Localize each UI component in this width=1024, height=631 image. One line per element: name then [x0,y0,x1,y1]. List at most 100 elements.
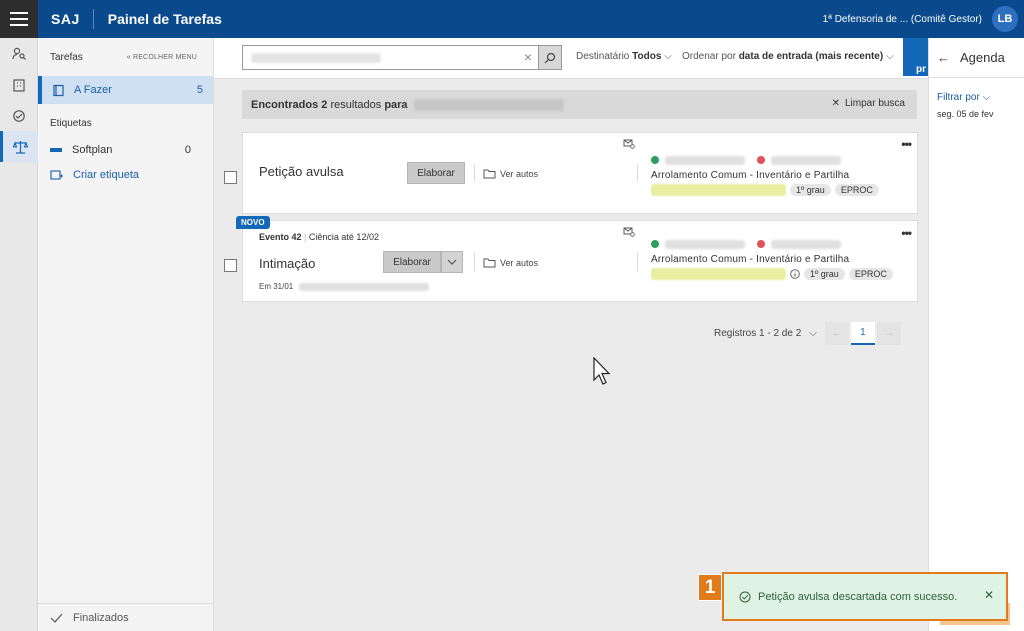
agenda-panel: ← Agenda Filtrar por ⌵ seg. 05 de fev [928,38,1024,631]
select-task-checkbox[interactable] [224,259,237,272]
system-badge: EPROC [834,184,879,196]
clear-search-icon[interactable]: × [524,49,532,65]
process-number-redacted [651,184,786,196]
brand-logo[interactable]: SAJ [38,9,94,29]
prev-page-button[interactable]: ← [824,322,849,345]
chevron-down-icon [447,259,457,265]
degree-badge: 1º grau [804,268,845,280]
top-bar: SAJ Painel de Tarefas 1ª Defensoria de .… [0,0,1024,38]
records-count: Registros 1 - 2 de 2 [714,328,802,339]
more-options-icon[interactable]: ••• [901,226,912,240]
search-icon [544,52,556,63]
results-summary: Encontrados 2 resultados para [251,98,408,111]
order-label: Ordenar por [682,51,736,62]
view-records-link[interactable]: Ver autos [483,258,538,268]
order-filter[interactable]: Ordenar por data de entrada (mais recent… [682,51,894,62]
recipient-filter[interactable]: Destinatário Todos ⌵ [576,51,672,62]
new-badge: NOVO [236,216,270,229]
process-class: Arrolamento Comum - Inventário e Partilh… [651,170,850,181]
pagination: Registros 1 - 2 de 2 ⌵ ← 1 → [714,322,901,345]
unit-selector[interactable]: 1ª Defensoria de ... (Comitê Gestor) [823,14,982,25]
menu-icon[interactable] [0,0,38,38]
search-button[interactable] [539,45,562,70]
close-icon[interactable]: ✕ [984,588,994,602]
recipient-label: Destinatário [576,51,630,62]
create-label-link[interactable]: Criar etiqueta [38,165,213,185]
party-passive-icon [757,240,765,248]
building-icon[interactable] [0,69,38,100]
chevron-down-icon: ⌵ [982,92,991,103]
select-task-checkbox[interactable] [224,171,237,184]
tasks-section-title: Tarefas [50,51,83,63]
folder-icon [483,169,496,179]
task-kind: Petição avulsa [259,164,344,179]
task-kind: Intimação [259,256,316,271]
finished-link[interactable]: Finalizados [38,603,214,631]
toast-message: Petição avulsa descartada com sucesso. [758,590,958,603]
create-label-text: Criar etiqueta [73,169,140,181]
agenda-date: seg. 05 de fev [937,109,994,119]
task-details: Arrolamento Comum - Inventário e Partilh… [651,237,893,280]
tag-count: 0 [184,144,191,156]
side-menu: Tarefas « RECOLHER MENU A Fazer 5 Etique… [38,38,214,631]
system-badge: EPROC [848,268,893,280]
search-value-redacted [251,52,381,63]
add-tag-icon [50,170,63,180]
degree-badge: 1º grau [790,184,831,196]
elaborate-button[interactable]: Elaborar [407,162,465,184]
recipient-value: Todos [632,51,662,62]
check-icon [50,613,63,623]
chevron-down-icon: ⌵ [885,51,894,62]
agenda-title: Agenda [960,50,1005,65]
back-arrow-icon[interactable]: ← [937,50,950,65]
task-card[interactable]: NOVO Evento 42 | Ciência até 12/02 Intim… [236,216,918,302]
scales-icon[interactable] [0,131,38,162]
page-title: Painel de Tarefas [107,11,222,27]
left-rail [0,38,38,631]
labels-section-title: Etiquetas [50,118,92,129]
agenda-filter[interactable]: Filtrar por ⌵ [937,92,1024,103]
party-passive-icon [757,156,765,164]
more-options-icon[interactable]: ••• [901,137,912,151]
search-input[interactable]: × [242,45,539,70]
notification-mail-icon[interactable] [623,227,635,237]
clear-search-button[interactable]: ✕ Limpar busca [832,98,905,109]
main-content: × Destinatário Todos ⌵ Ordenar por data … [214,38,928,631]
sidebar-item-count: 5 [196,84,203,96]
party-active-icon [651,240,659,248]
book-icon [53,84,64,96]
notification-mail-icon[interactable] [623,139,635,149]
results-bar: Encontrados 2 resultados para ✕ Limpar bu… [242,90,917,119]
current-page[interactable]: 1 [850,322,875,345]
view-records-link[interactable]: Ver autos [483,169,538,179]
folder-icon [483,258,496,268]
elaborate-dropdown[interactable] [441,251,463,273]
people-search-icon[interactable] [0,38,38,69]
step-marker: 1 [698,574,722,601]
sidebar-tag-softplan[interactable]: Softplan 0 [38,135,213,165]
entry-date: Em 31/01 [259,282,430,291]
sidebar-item-to-do[interactable]: A Fazer 5 [38,76,213,104]
query-redacted [413,98,564,111]
avatar[interactable]: LB [992,6,1018,32]
next-page-button[interactable]: → [876,322,901,345]
process-class: Arrolamento Comum - Inventário e Partilh… [651,254,850,265]
info-icon[interactable] [790,269,800,279]
task-details: Arrolamento Comum - Inventário e Partilh… [651,153,879,196]
toolbar: × Destinatário Todos ⌵ Ordenar por data … [214,38,928,79]
sidebar-item-label: A Fazer [74,84,112,96]
task-card[interactable]: Petição avulsa Elaborar Ver autos ••• Ar… [242,132,918,214]
finished-label: Finalizados [73,611,129,624]
collapse-menu-button[interactable]: « RECOLHER MENU [127,54,197,61]
party-active-icon [651,156,659,164]
page-size-dropdown[interactable]: ⌵ [809,328,817,339]
order-value: data de entrada (mais recente) [738,51,884,62]
tag-label: Softplan [72,144,113,156]
handshake-icon[interactable] [0,100,38,131]
elaborate-button[interactable]: Elaborar [383,251,441,273]
close-icon: ✕ [831,98,840,109]
event-info: Evento 42 | Ciência até 12/02 [259,232,379,242]
success-check-icon [739,591,751,602]
primary-action-button-clipped[interactable]: pr [903,38,928,76]
mouse-cursor-icon [593,357,611,385]
